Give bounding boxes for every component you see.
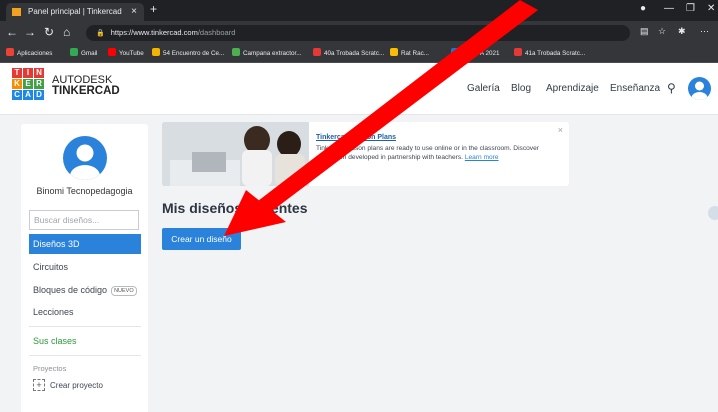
tinkercad-favicon-icon xyxy=(12,8,21,16)
url-host: https://www.tinkercad.com xyxy=(110,28,198,37)
page-title: Mis diseños recientes xyxy=(162,200,308,216)
bookmarks-bar: Aplicaciones Gmail YouTube 54 Encuentro … xyxy=(0,45,718,63)
bookmark-item[interactable]: 41a Trobada Scratc... xyxy=(514,48,585,60)
learn-more-link[interactable]: Learn more xyxy=(465,154,499,161)
bookmark-star-icon[interactable]: ☆ xyxy=(658,26,666,37)
tab-title: Panel principal | Tinkercad xyxy=(28,7,122,16)
site-header: T I N K E R C A D AUTODESK TINKERCAD Gal… xyxy=(0,63,718,115)
bookmark-icon xyxy=(451,48,459,56)
new-tab-button[interactable]: + xyxy=(150,2,157,16)
bookmark-item[interactable]: Aplicaciones xyxy=(6,48,52,60)
banner-title[interactable]: Tinkercad Lesson Plans xyxy=(316,134,396,141)
bookmark-icon xyxy=(390,48,398,56)
lock-icon: 🔒 xyxy=(96,30,105,37)
help-icon[interactable] xyxy=(708,206,718,220)
tab-close-icon[interactable]: × xyxy=(131,3,137,21)
projects-heading: Proyectos xyxy=(33,364,67,373)
create-design-button[interactable]: Crear un diseño xyxy=(162,228,241,250)
nav-galeria[interactable]: Galería xyxy=(467,83,500,94)
bookmark-item[interactable]: Gmail xyxy=(70,48,97,60)
lesson-plans-banner: Tinkercad Lesson Plans Tinkercad lesson … xyxy=(162,122,569,186)
nav-ensenanza[interactable]: Enseñanza xyxy=(610,83,660,94)
banner-body: Tinkercad lesson plans are ready to use … xyxy=(316,144,552,162)
divider xyxy=(29,326,141,327)
new-badge: NUEVO xyxy=(111,286,137,296)
apps-icon xyxy=(6,48,14,56)
close-window-icon[interactable]: ✕ xyxy=(707,3,715,14)
brand-wordmark[interactable]: AUTODESK TINKERCAD xyxy=(52,75,120,97)
bookmark-icon xyxy=(232,48,240,56)
bookmark-item[interactable]: Rat Rac... xyxy=(390,48,429,60)
back-icon[interactable]: ← xyxy=(6,25,18,39)
tinkercad-logo[interactable]: T I N K E R C A D xyxy=(12,68,45,102)
bookmark-item[interactable]: YouTube xyxy=(108,48,144,60)
bookmark-item[interactable]: 54 Encuentro de Ce... xyxy=(152,48,224,60)
plus-icon[interactable]: + xyxy=(33,379,45,391)
nav-aprendizaje[interactable]: Aprendizaje xyxy=(546,83,599,94)
reload-icon[interactable]: ↻ xyxy=(44,25,54,39)
logo-letter: K xyxy=(12,79,22,89)
logo-letter: E xyxy=(23,79,33,89)
home-icon[interactable]: ⌂ xyxy=(63,25,70,39)
brand-tinkercad: TINKERCAD xyxy=(52,85,120,97)
logo-letter: T xyxy=(12,68,22,78)
avatar[interactable] xyxy=(63,136,107,180)
youtube-icon xyxy=(108,48,116,56)
divider xyxy=(29,355,141,356)
bookmark-item[interactable]: Campana extractor... xyxy=(232,48,301,60)
close-icon[interactable]: × xyxy=(558,125,563,135)
browser-tab[interactable]: Panel principal | Tinkercad × xyxy=(6,3,144,21)
minimize-icon[interactable]: — xyxy=(664,3,674,14)
bookmark-item[interactable]: 40a Trobada Scratc... xyxy=(313,48,384,60)
url-path: /dashboard xyxy=(197,28,236,37)
menu-icon[interactable]: ⋯ xyxy=(700,26,709,37)
sidebar-item-circuitos[interactable]: Circuitos xyxy=(29,257,141,277)
sidebar-item-lecciones[interactable]: Lecciones xyxy=(29,302,141,322)
logo-letter: N xyxy=(34,68,44,78)
gmail-icon xyxy=(70,48,78,56)
forward-icon[interactable]: → xyxy=(24,25,36,39)
browser-tab-bar: Panel principal | Tinkercad × + ● — ❐ ✕ xyxy=(0,0,718,21)
restore-icon[interactable]: ❐ xyxy=(686,3,695,14)
logo-letter: C xyxy=(12,90,22,100)
profile-icon[interactable]: ● xyxy=(640,3,646,14)
nav-blog[interactable]: Blog xyxy=(511,83,531,94)
url-field[interactable]: 🔒 https://www.tinkercad.com/dashboard xyxy=(86,25,630,41)
sidebar-item-sus-clases[interactable]: Sus clases xyxy=(29,331,141,351)
user-avatar-icon[interactable] xyxy=(688,77,711,100)
extensions-icon[interactable]: ✱ xyxy=(678,26,686,37)
banner-image xyxy=(162,122,309,186)
create-project-link[interactable]: Crear proyecto xyxy=(50,381,103,390)
bookmark-icon xyxy=(152,48,160,56)
sidebar: Binomi Tecnopedagogia Diseños 3D Circuit… xyxy=(21,124,148,412)
bookmark-item[interactable]: RENDA 2021 xyxy=(451,48,499,60)
sidebar-item-label: Bloques de código xyxy=(33,285,108,295)
bookmark-icon xyxy=(313,48,321,56)
search-icon[interactable]: ⚲ xyxy=(667,81,676,95)
bookmark-icon xyxy=(514,48,522,56)
address-bar-row: ← → ↻ ⌂ 🔒 https://www.tinkercad.com/dashb… xyxy=(0,21,718,45)
logo-letter: A xyxy=(23,90,33,100)
banner-text: Tinkercad lesson plans are ready to use … xyxy=(316,145,539,161)
translate-icon[interactable]: ▤ xyxy=(640,26,649,37)
logo-letter: I xyxy=(23,68,33,78)
sidebar-item-bloques-de-codigo[interactable]: Bloques de código NUEVO xyxy=(29,280,141,300)
sidebar-item-disenos-3d[interactable]: Diseños 3D xyxy=(29,234,141,254)
logo-letter: D xyxy=(34,90,44,100)
username[interactable]: Binomi Tecnopedagogia xyxy=(21,186,148,196)
logo-letter: R xyxy=(34,79,44,89)
search-designs-input[interactable] xyxy=(29,210,139,230)
